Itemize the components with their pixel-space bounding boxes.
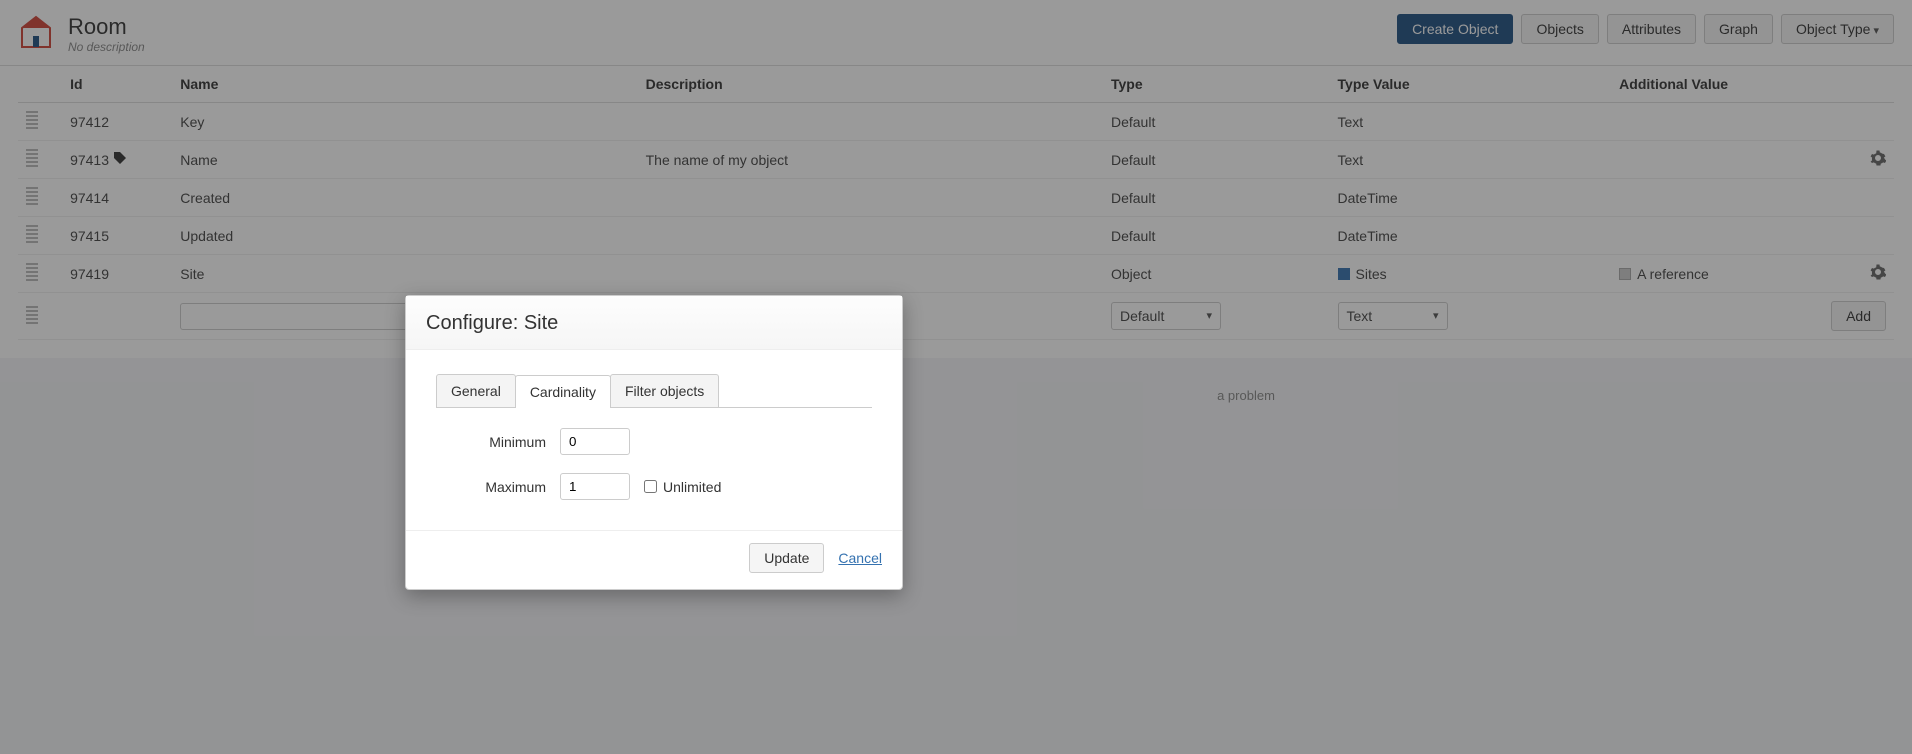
tab-general[interactable]: General (436, 374, 516, 407)
tab-filter-objects[interactable]: Filter objects (610, 374, 719, 407)
update-button[interactable]: Update (749, 543, 824, 573)
cancel-link[interactable]: Cancel (838, 550, 882, 566)
tab-cardinality[interactable]: Cardinality (515, 375, 611, 408)
unlimited-checkbox[interactable] (644, 480, 657, 493)
unlimited-label: Unlimited (663, 479, 721, 495)
dialog-title: Configure: Site (426, 312, 882, 335)
minimum-input[interactable] (560, 428, 630, 455)
configure-attribute-dialog: Configure: Site General Cardinality Filt… (405, 295, 903, 590)
minimum-label: Minimum (436, 434, 546, 450)
dialog-tabs: General Cardinality Filter objects (436, 374, 872, 408)
maximum-label: Maximum (436, 479, 546, 495)
maximum-input[interactable] (560, 473, 630, 500)
modal-backdrop[interactable] (0, 0, 1912, 754)
